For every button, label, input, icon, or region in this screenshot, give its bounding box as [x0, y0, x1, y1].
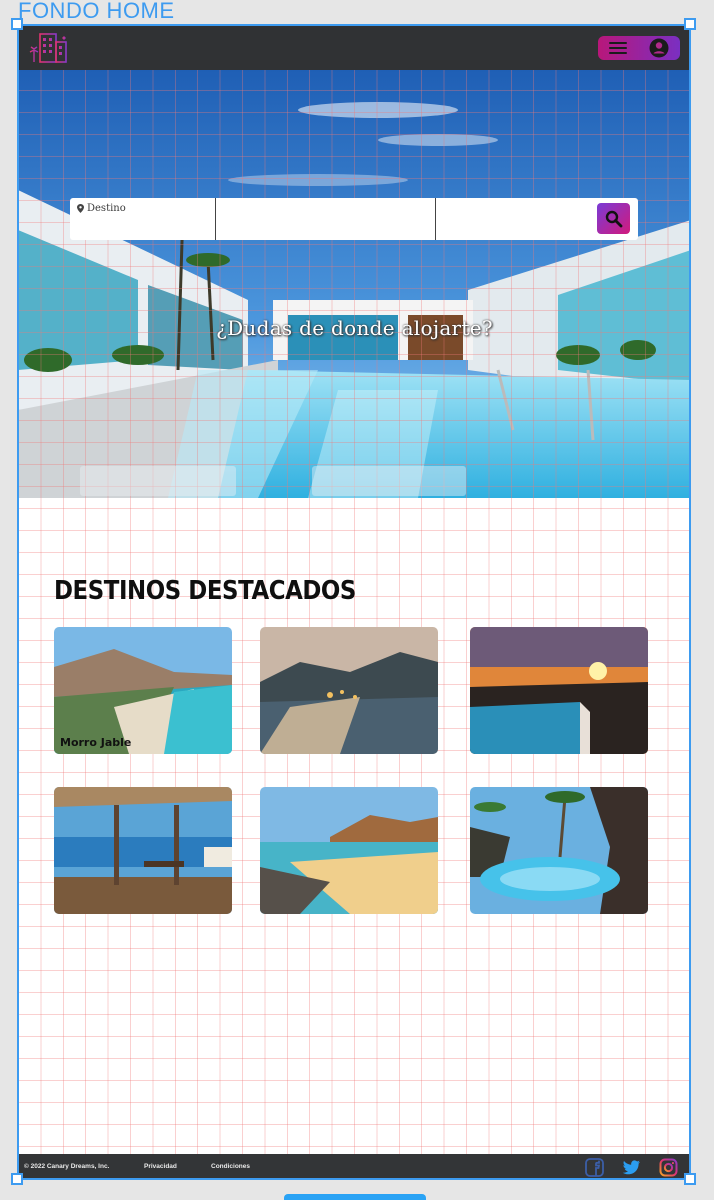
destination-card[interactable]: [260, 627, 438, 754]
instagram-icon[interactable]: [659, 1158, 678, 1177]
destination-card[interactable]: [470, 627, 648, 754]
hamburger-icon[interactable]: [609, 42, 627, 54]
field-divider: [215, 198, 216, 240]
artboard: Destino ¿Dudas de donde alojarte? DESTIN…: [18, 24, 691, 1180]
hero-option-button[interactable]: [80, 466, 236, 496]
hero-option-button[interactable]: [312, 466, 466, 496]
top-bar: [18, 24, 691, 70]
search-bar[interactable]: Destino: [70, 198, 638, 240]
resize-handle[interactable]: [11, 1173, 23, 1185]
destination-card[interactable]: [54, 787, 232, 914]
footer: © 2022 Canary Dreams, Inc. Privacidad Co…: [18, 1154, 691, 1180]
magnifier-icon: [605, 210, 622, 227]
resize-handle[interactable]: [684, 18, 696, 30]
resize-handle[interactable]: [11, 18, 23, 30]
destination-field[interactable]: Destino: [77, 203, 126, 214]
copyright-text: © 2022 Canary Dreams, Inc.: [24, 1163, 110, 1170]
destination-card[interactable]: [470, 787, 648, 914]
destination-card[interactable]: Morro Jable: [54, 627, 232, 754]
terms-link[interactable]: Condiciones: [211, 1163, 250, 1170]
menu-pill: [598, 36, 680, 60]
resize-handle[interactable]: [684, 1173, 696, 1185]
hero-image: [18, 70, 691, 498]
facebook-icon[interactable]: [585, 1158, 604, 1177]
privacy-link[interactable]: Privacidad: [144, 1163, 177, 1170]
section-title: DESTINOS DESTACADOS: [54, 576, 356, 606]
card-label: Morro Jable: [60, 736, 132, 749]
frame-label: FONDO HOME: [18, 0, 175, 23]
twitter-icon[interactable]: [622, 1158, 641, 1177]
field-divider: [435, 198, 436, 240]
hotel-logo-icon[interactable]: [28, 30, 72, 66]
destination-card[interactable]: [260, 787, 438, 914]
bottom-tab[interactable]: [284, 1194, 426, 1200]
map-pin-icon: [77, 204, 84, 213]
destination-label: Destino: [87, 203, 126, 214]
account-circle-icon[interactable]: [649, 38, 669, 58]
hero-title: ¿Dudas de donde alojarte?: [216, 316, 493, 340]
search-button[interactable]: [597, 203, 630, 234]
